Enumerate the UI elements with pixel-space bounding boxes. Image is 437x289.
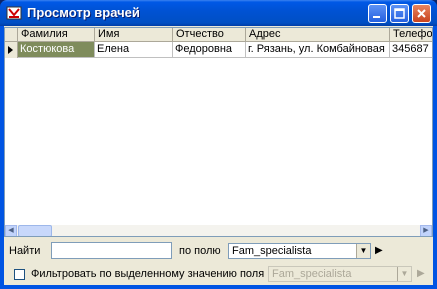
field-select-value: Fam_specialista — [232, 245, 312, 257]
table-cell[interactable]: Елена — [95, 42, 173, 58]
table-cell[interactable]: 345687 — [390, 42, 432, 58]
client-area: Фамилия Имя Отчество Адрес Телефо Костюк… — [4, 26, 433, 285]
filter-checkbox[interactable] — [14, 269, 25, 280]
scroll-left-button[interactable]: ◀ — [5, 225, 17, 236]
app-icon[interactable] — [6, 5, 22, 21]
close-button[interactable] — [412, 4, 431, 23]
row-indicator[interactable] — [5, 42, 18, 58]
chevron-down-icon[interactable]: ▼ — [356, 244, 370, 258]
window-title: Просмотр врачей — [27, 5, 140, 20]
horizontal-scrollbar[interactable]: ◀ ▶ — [5, 225, 432, 236]
field-label: по полю — [179, 245, 221, 257]
doctors-window: Просмотр врачей Фамилия Имя Отчество Адр… — [0, 0, 437, 289]
grid-corner — [5, 28, 18, 42]
column-header-telefon[interactable]: Телефо — [390, 28, 432, 42]
minimize-button[interactable] — [368, 4, 387, 23]
column-header-otchestvo[interactable]: Отчество — [173, 28, 246, 42]
column-header-adres[interactable]: Адрес — [246, 28, 390, 42]
column-header-familiya[interactable]: Фамилия — [18, 28, 95, 42]
table-cell[interactable]: Костюкова — [18, 42, 95, 58]
filter-label: Фильтровать по выделенному значению поля — [31, 268, 265, 280]
maximize-button[interactable] — [390, 4, 409, 23]
find-next-icon[interactable]: ▶ — [375, 245, 385, 257]
table-cell[interactable]: г. Рязань, ул. Комбайновая — [246, 42, 390, 58]
column-header-imya[interactable]: Имя — [95, 28, 173, 42]
find-input[interactable] — [51, 242, 172, 259]
scroll-thumb[interactable] — [18, 225, 52, 236]
filter-field-select[interactable]: Fam_specialista ▼ — [268, 266, 412, 282]
find-label: Найти — [9, 245, 41, 257]
filter-field-select-value: Fam_specialista — [272, 268, 352, 280]
chevron-down-icon[interactable]: ▼ — [397, 267, 411, 281]
title-bar[interactable]: Просмотр врачей — [0, 0, 437, 26]
field-select[interactable]: Fam_specialista ▼ — [228, 243, 371, 259]
doctors-grid[interactable]: Фамилия Имя Отчество Адрес Телефо Костюк… — [4, 27, 433, 237]
apply-filter-icon[interactable]: ▶ — [417, 268, 427, 280]
table-cell[interactable]: Федоровна — [173, 42, 246, 58]
scroll-right-button[interactable]: ▶ — [420, 225, 432, 236]
